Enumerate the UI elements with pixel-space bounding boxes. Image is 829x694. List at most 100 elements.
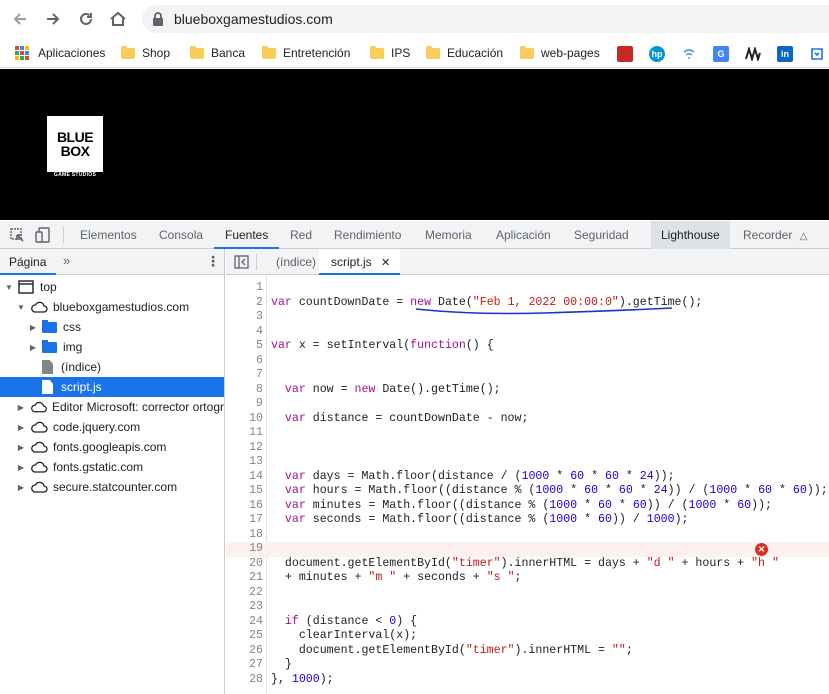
device-toolbar-icon[interactable] (35, 227, 50, 243)
code-area[interactable]: 1 2 var countDownDate = new Date("Feb 1, 2… (226, 276, 829, 694)
tab-aplicacion[interactable]: Aplicación (496, 221, 551, 249)
toggle-navigator-icon[interactable] (234, 255, 249, 269)
wifi-signal-icon[interactable] (681, 46, 697, 62)
line-number[interactable]: 17 (226, 513, 263, 528)
address-bar[interactable]: blueboxgamestudios.com (142, 5, 829, 33)
tab-consola[interactable]: Consola (159, 221, 203, 249)
collapsed-triangle-icon[interactable]: ▶ (16, 483, 26, 492)
hp-icon[interactable]: hp (649, 46, 665, 62)
editor-tab-script[interactable]: script.js ✕ (319, 249, 401, 275)
tree-item[interactable]: ▼ blueboxgamestudios.com (0, 297, 224, 317)
tree-item[interactable]: ▶ img (0, 337, 224, 357)
tab-pagina[interactable]: Página (9, 255, 46, 269)
line-number[interactable]: 23 (226, 600, 263, 615)
wifi-glyph-icon (683, 49, 695, 59)
line-number[interactable]: 1 (226, 281, 263, 296)
tab-seguridad[interactable]: Seguridad (574, 221, 629, 249)
collapsed-triangle-icon[interactable]: ▶ (16, 443, 26, 452)
expanded-triangle-icon[interactable]: ▼ (16, 303, 26, 312)
more-tabs-chevron-icon[interactable]: » (63, 253, 70, 268)
tree-item[interactable]: ▶ code.jquery.com (0, 417, 224, 437)
line-number[interactable]: 24 (226, 615, 263, 630)
tab-lighthouse[interactable]: Lighthouse (651, 221, 730, 249)
bookmark-entretencion[interactable]: Entretención (262, 43, 350, 63)
expanded-triangle-icon[interactable]: ▼ (4, 283, 14, 292)
line-number[interactable]: 12 (226, 441, 263, 456)
bookmark-web-pages[interactable]: web-pages (520, 43, 600, 63)
line-number[interactable]: 6 (226, 354, 263, 369)
save-icon[interactable] (809, 46, 825, 62)
back-button[interactable] (8, 7, 32, 31)
line-number[interactable]: 7 (226, 368, 263, 383)
more-options-kebab-icon[interactable]: ⋮ (206, 253, 220, 270)
line-number[interactable]: 14 (226, 470, 263, 485)
collapsed-triangle-icon[interactable]: ▶ (16, 463, 26, 472)
collapsed-triangle-icon[interactable]: ▶ (16, 423, 26, 432)
line-number[interactable]: 16 (226, 499, 263, 514)
tree-item[interactable]: ▶ fonts.googleapis.com (0, 437, 224, 457)
logo-line-2: BOX (60, 143, 90, 159)
tree-item[interactable]: ▼ top (0, 277, 224, 297)
collapsed-triangle-icon[interactable]: ▶ (28, 323, 38, 332)
line-number[interactable]: 11 (226, 426, 263, 441)
folder-icon (262, 45, 276, 59)
translate-icon[interactable]: G (713, 46, 729, 62)
tree-item[interactable]: script.js (0, 377, 224, 397)
line-number[interactable]: 13 (226, 455, 263, 470)
tab-rendimiento[interactable]: Rendimiento (334, 221, 401, 249)
line-number[interactable]: 22 (226, 586, 263, 601)
line-number[interactable]: 9 (226, 397, 263, 412)
collapsed-triangle-icon[interactable]: ▶ (28, 343, 38, 352)
linkedin-icon[interactable]: in (777, 46, 793, 62)
home-button[interactable] (106, 7, 130, 31)
line-number[interactable]: 2 (226, 296, 263, 311)
tab-fuentes[interactable]: Fuentes (213, 221, 280, 249)
code-line: } (271, 658, 292, 671)
logo-subtitle: GAME STUDIOS (53, 172, 97, 178)
tree-item-label: fonts.googleapis.com (53, 440, 167, 454)
error-x-icon[interactable]: × (755, 543, 768, 556)
bookmark-ips[interactable]: IPS (370, 43, 410, 63)
line-number[interactable]: 21 (226, 571, 263, 586)
collapsed-triangle-icon[interactable]: ▶ (16, 403, 26, 412)
line-number[interactable]: 28 (226, 673, 263, 688)
line-number[interactable]: 19 (226, 542, 263, 557)
line-number[interactable]: 5 (226, 339, 263, 354)
tab-recorder[interactable]: Recorder △ (743, 221, 807, 249)
forward-button[interactable] (41, 7, 65, 31)
line-number[interactable]: 3 (226, 310, 263, 325)
line-number[interactable]: 27 (226, 658, 263, 673)
tree-item[interactable]: ▶ css (0, 317, 224, 337)
wave-icon[interactable] (745, 46, 761, 62)
close-tab-icon[interactable]: ✕ (381, 257, 390, 269)
line-number[interactable]: 4 (226, 325, 263, 340)
cloud-icon (30, 401, 47, 413)
line-number[interactable]: 15 (226, 484, 263, 499)
line-number[interactable]: 20 (226, 557, 263, 572)
line-number[interactable]: 18 (226, 528, 263, 543)
bookmark-banca[interactable]: Banca (190, 43, 245, 63)
code-editor: (índice) script.js ✕ 1 2 var countDownDate… (226, 249, 829, 694)
flask-icon: △ (799, 231, 808, 242)
bookmark-apps[interactable]: Aplicaciones (15, 43, 105, 63)
line-number[interactable]: 8 (226, 383, 263, 398)
code-line: clearInterval(x); (271, 629, 418, 642)
tab-red[interactable]: Red (290, 221, 312, 249)
folder-icon (370, 45, 384, 59)
reload-button[interactable] (74, 7, 98, 31)
tab-separator (256, 254, 257, 270)
red-shield-icon[interactable] (617, 46, 633, 62)
tab-elementos[interactable]: Elementos (80, 221, 137, 249)
tree-item[interactable]: (índice) (0, 357, 224, 377)
bookmark-shop[interactable]: Shop (121, 43, 170, 63)
bookmark-educacion[interactable]: Educación (426, 43, 503, 63)
line-number[interactable]: 10 (226, 412, 263, 427)
bluebox-logo[interactable]: BLUE BOX (47, 116, 103, 172)
line-number[interactable]: 26 (226, 644, 263, 659)
inspect-element-icon[interactable] (10, 228, 25, 243)
tree-item[interactable]: ▶ fonts.gstatic.com (0, 457, 224, 477)
line-number[interactable]: 25 (226, 629, 263, 644)
tree-item[interactable]: ▶ secure.statcounter.com (0, 477, 224, 497)
tab-memoria[interactable]: Memoria (425, 221, 472, 249)
tree-item[interactable]: ▶ Editor Microsoft: corrector ortogr (0, 397, 224, 417)
